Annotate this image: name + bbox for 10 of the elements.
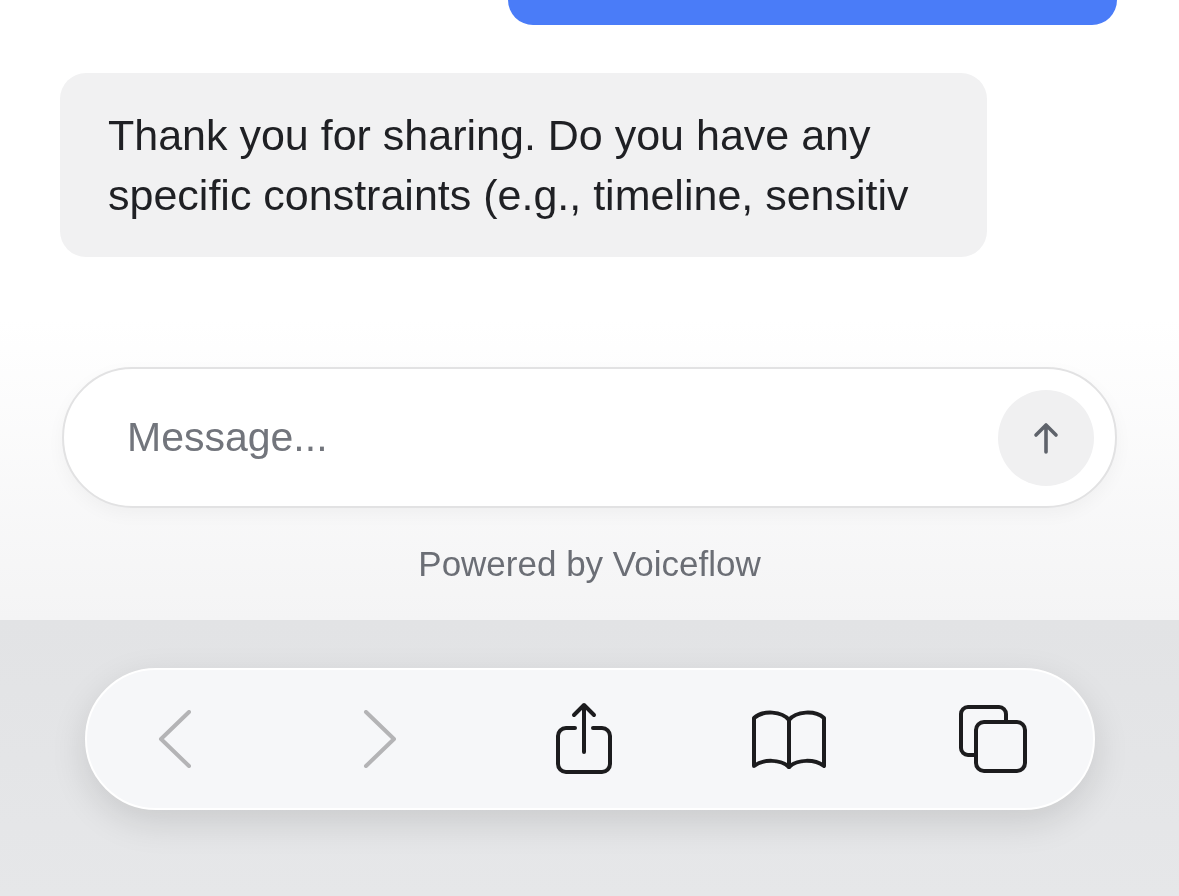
overlapping-squares-icon [958, 704, 1028, 774]
chat-message: Thank you for sharing. Do you have any specific constraints (e.g., timeline, sensitiv [60, 73, 987, 257]
message-input[interactable]: Message... [127, 407, 982, 468]
share-icon [554, 702, 614, 776]
chevron-left-icon [158, 710, 192, 768]
book-icon [750, 708, 827, 770]
message-composer[interactable]: Message... [62, 367, 1117, 508]
arrow-up-icon [1033, 421, 1059, 454]
chevron-right-icon [362, 710, 397, 768]
powered-by-text: Powered by Voiceflow [418, 544, 761, 584]
